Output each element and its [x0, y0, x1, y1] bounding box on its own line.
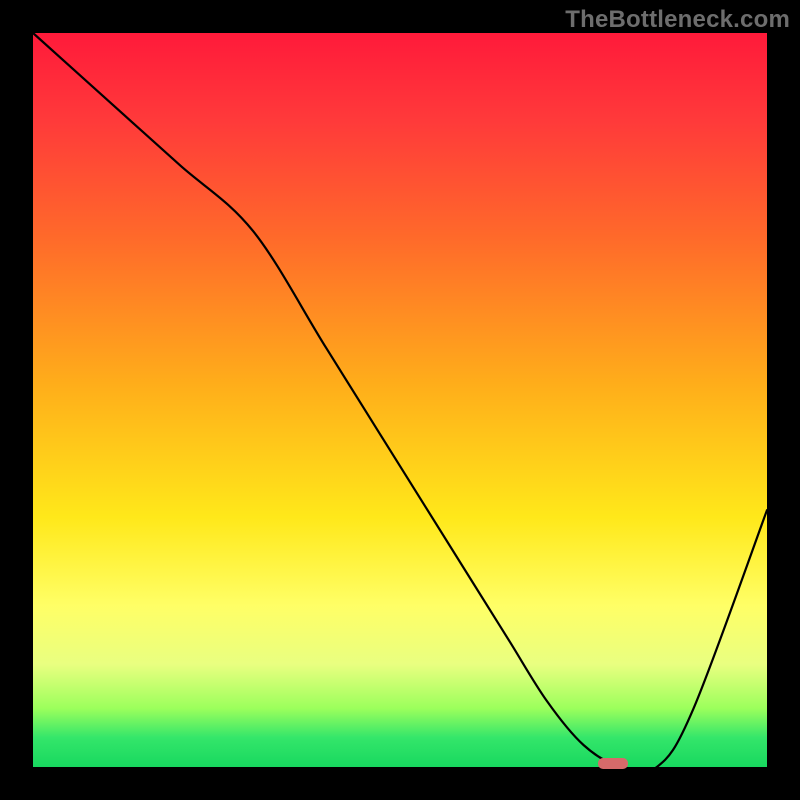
- chart-frame: TheBottleneck.com: [0, 0, 800, 800]
- gradient-plot-area: [33, 33, 767, 767]
- watermark-text: TheBottleneck.com: [565, 6, 790, 34]
- optimal-marker: [598, 758, 628, 769]
